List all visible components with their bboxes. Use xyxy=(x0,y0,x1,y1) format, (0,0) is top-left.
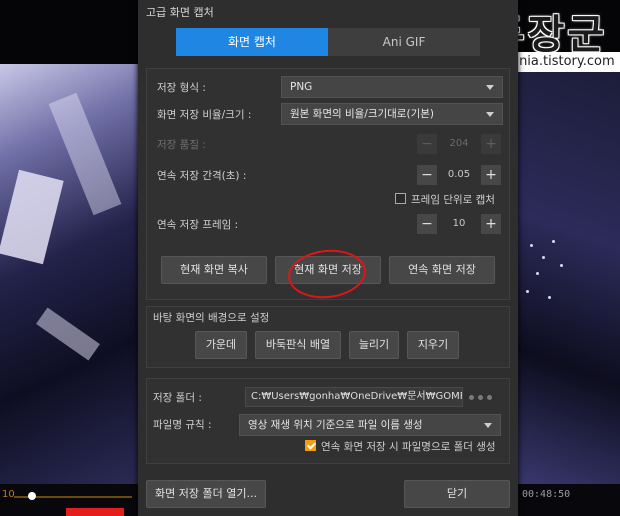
quality-value: 204 xyxy=(449,138,469,149)
wallpaper-tile-button[interactable]: 바둑판식 배열 xyxy=(255,331,341,359)
wallpaper-panel: 바탕 화면의 배경으로 설정 가운데 바둑판식 배열 늘리기 지우기 xyxy=(146,306,510,368)
frames-increase-button[interactable]: + xyxy=(481,214,501,234)
more-dots-icon xyxy=(478,395,483,400)
save-format-select[interactable]: PNG xyxy=(281,76,503,98)
video-right-region xyxy=(508,64,620,484)
interval-value[interactable]: 0.05 xyxy=(437,165,481,185)
create-folder-checkbox[interactable] xyxy=(305,440,316,451)
frames-stepper: − 10 + xyxy=(417,214,501,234)
save-screen-button[interactable]: 현재 화면 저장 xyxy=(275,256,381,284)
frames-label: 연속 저장 프레임 : xyxy=(157,219,239,231)
save-folder-path[interactable]: C:₩Users₩gonha₩OneDrive₩문서₩GOMPlaye xyxy=(245,387,463,407)
video-left-region xyxy=(0,64,140,484)
capture-settings-panel: 저장 형식 : PNG 화면 저장 비율/크기 : 원본 화면의 비율/크기대로… xyxy=(146,68,510,300)
frames-decrease-button[interactable]: − xyxy=(417,214,437,234)
minus-icon: − xyxy=(417,134,437,154)
chevron-down-icon xyxy=(484,423,492,428)
ratio-value: 원본 화면의 비율/크기대로(기본) xyxy=(290,108,434,120)
time-display: 00:48:50 xyxy=(522,489,571,500)
continuous-save-button[interactable]: 연속 화면 저장 xyxy=(389,256,495,284)
create-folder-label: 연속 화면 저장 시 파일명으로 폴더 생성 xyxy=(321,441,496,453)
wallpaper-heading: 바탕 화면의 배경으로 설정 xyxy=(153,312,270,324)
chevron-down-icon xyxy=(486,112,494,117)
wallpaper-stretch-button[interactable]: 늘리기 xyxy=(349,331,399,359)
ratio-select[interactable]: 원본 화면의 비율/크기대로(기본) xyxy=(281,103,503,125)
tab-screen-capture[interactable]: 화면 캡처 xyxy=(176,28,328,56)
ratio-label: 화면 저장 비율/크기 : xyxy=(157,109,252,121)
interval-increase-button[interactable]: + xyxy=(481,165,501,185)
close-button[interactable]: 닫기 xyxy=(404,480,510,508)
frame-unit-checkbox[interactable] xyxy=(395,193,406,204)
volume-number: 10 xyxy=(2,489,15,500)
filename-rule-select[interactable]: 영상 재생 위치 기준으로 파일 이름 생성 xyxy=(239,414,501,436)
save-folder-panel: 저장 폴더 : C:₩Users₩gonha₩OneDrive₩문서₩GOMPl… xyxy=(146,378,510,464)
wallpaper-clear-button[interactable]: 지우기 xyxy=(407,331,459,359)
tab-bar: 화면 캡처 Ani GIF xyxy=(176,28,480,56)
interval-stepper: − 0.05 + xyxy=(417,165,501,185)
dialog-title: 고급 화면 캡처 xyxy=(146,6,214,19)
tab-ani-gif[interactable]: Ani GIF xyxy=(328,28,480,56)
save-format-label: 저장 형식 : xyxy=(157,82,206,94)
frame-unit-label: 프레임 단위로 캡처 xyxy=(411,194,495,206)
save-folder-label: 저장 폴더 : xyxy=(153,392,202,404)
open-save-folder-button[interactable]: 화면 저장 폴더 열기... xyxy=(146,480,266,508)
plus-icon: + xyxy=(481,134,501,154)
red-indicator xyxy=(66,508,124,516)
quality-stepper: − 204 + xyxy=(417,134,501,154)
more-dots-icon xyxy=(487,395,492,400)
frames-value[interactable]: 10 xyxy=(437,214,481,234)
more-dots-icon xyxy=(469,395,474,400)
wallpaper-center-button[interactable]: 가운데 xyxy=(195,331,247,359)
interval-label: 연속 저장 간격(초) : xyxy=(157,170,247,182)
quality-label: 저장 품질 : xyxy=(157,139,206,151)
interval-decrease-button[interactable]: − xyxy=(417,165,437,185)
chevron-down-icon xyxy=(486,85,494,90)
dialog-titlebar[interactable]: 고급 화면 캡처 xyxy=(138,0,518,22)
save-format-value: PNG xyxy=(290,81,313,93)
filename-rule-label: 파일명 규칙 : xyxy=(153,419,212,431)
browse-folder-button[interactable] xyxy=(467,387,501,407)
copy-screen-button[interactable]: 현재 화면 복사 xyxy=(161,256,267,284)
filename-rule-value: 영상 재생 위치 기준으로 파일 이름 생성 xyxy=(248,419,423,431)
seek-knob[interactable] xyxy=(28,492,36,500)
advanced-capture-dialog: 고급 화면 캡처 화면 캡처 Ani GIF 저장 형식 : PNG 화면 저장… xyxy=(138,0,518,516)
